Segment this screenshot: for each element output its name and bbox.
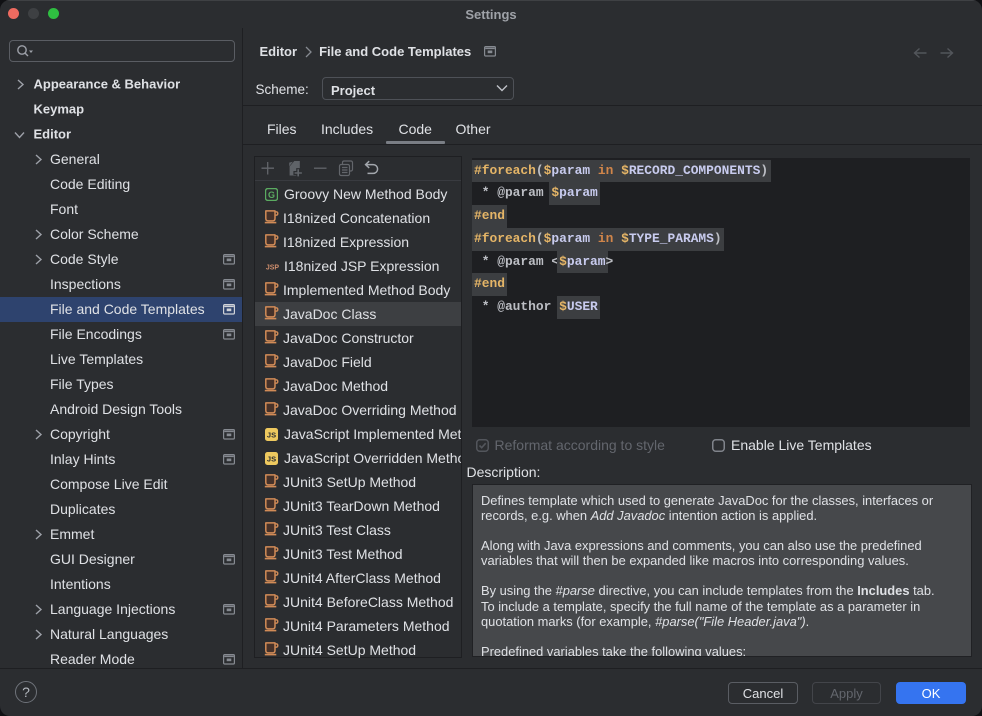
svg-text:JS: JS bbox=[267, 454, 276, 463]
svg-text:G: G bbox=[268, 189, 275, 199]
svg-text:JSP: JSP bbox=[266, 264, 280, 271]
svg-text:JS: JS bbox=[267, 430, 276, 439]
